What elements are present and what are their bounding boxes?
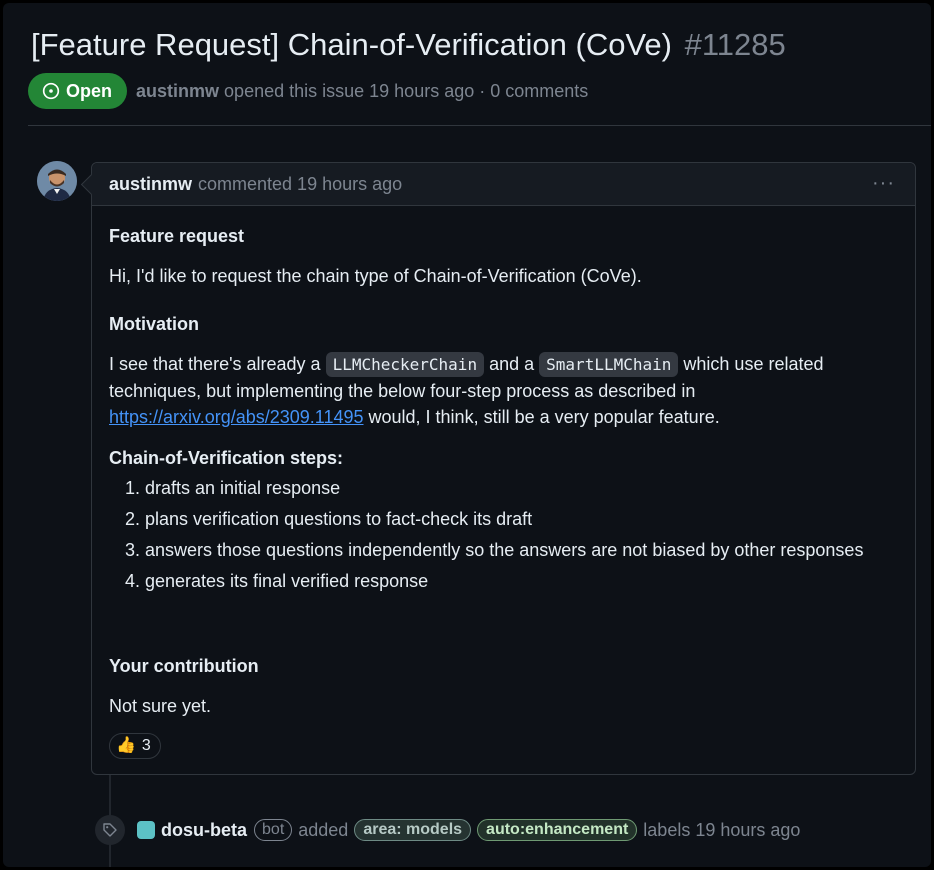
event-action: added	[298, 819, 349, 840]
motivation-paragraph: I see that there's already a LLMCheckerC…	[109, 351, 869, 430]
status-label: Open	[66, 80, 113, 101]
issue-number: #11285	[684, 27, 786, 62]
tag-icon	[95, 815, 125, 845]
code-smartllmchain: SmartLLMChain	[539, 352, 679, 377]
steps-list: drafts an initial response plans verific…	[109, 475, 885, 599]
label-event: dosu-beta bot added area: models auto:en…	[95, 815, 800, 845]
heading-motivation: Motivation	[109, 314, 199, 334]
label-auto-enhancement[interactable]: auto:enhancement	[477, 819, 638, 841]
issue-author-link[interactable]: austinmw	[136, 81, 219, 101]
heading-contribution: Your contribution	[109, 656, 259, 676]
bot-avatar[interactable]	[137, 821, 155, 839]
issue-meta-text: austinmw opened this issue 19 hours ago …	[136, 81, 588, 102]
issue-title: [Feature Request] Chain-of-Verification …	[31, 27, 786, 63]
bot-badge: bot	[254, 819, 293, 841]
contribution-text: Not sure yet.	[109, 696, 212, 716]
comment-header: austinmw commented 19 hours ago ···	[92, 163, 915, 206]
comment-options-button[interactable]: ···	[872, 172, 895, 195]
motivation-end: would, I think, still be a very popular …	[368, 407, 720, 427]
motivation-mid: and a	[489, 354, 535, 374]
event-suffix: labels 19 hours ago	[643, 819, 801, 840]
heading-steps: Chain-of-Verification steps:	[109, 448, 344, 468]
avatar-image	[37, 161, 77, 201]
comment-author-link[interactable]: austinmw	[109, 174, 192, 195]
code-llmcheckerchain: LLMCheckerChain	[325, 352, 485, 377]
list-item: answers those questions independently so…	[145, 537, 885, 563]
reaction-count: 3	[141, 737, 151, 754]
issue-title-text: [Feature Request] Chain-of-Verification …	[31, 27, 672, 62]
avatar[interactable]	[37, 161, 77, 201]
list-item: generates its final verified response	[145, 568, 885, 594]
list-item: drafts an initial response	[145, 475, 885, 501]
list-item: plans verification questions to fact-che…	[145, 506, 885, 532]
status-badge: Open	[28, 73, 128, 109]
feature-text: Hi, I'd like to request the chain type o…	[109, 266, 642, 286]
issue-meta: Open austinmw opened this issue 19 hours…	[28, 73, 588, 109]
comment-meta[interactable]: commented 19 hours ago	[198, 174, 402, 195]
reaction-thumbs-up-button[interactable]: 👍 3	[109, 733, 161, 759]
header-divider	[28, 125, 931, 126]
event-actor-link[interactable]: dosu-beta	[161, 820, 247, 841]
issue-opened-text: opened this issue 19 hours ago · 0 comme…	[224, 80, 589, 101]
comment-box: austinmw commented 19 hours ago ··· Feat…	[91, 162, 916, 775]
motivation-pre: I see that there's already a	[109, 354, 321, 374]
issue-open-icon	[42, 82, 60, 100]
arxiv-link[interactable]: https://arxiv.org/abs/2309.11495	[109, 407, 364, 427]
issue-page: [Feature Request] Chain-of-Verification …	[3, 3, 931, 867]
label-area-models[interactable]: area: models	[354, 819, 472, 841]
thumbs-up-icon: 👍	[116, 737, 136, 754]
heading-feature-request: Feature request	[109, 226, 245, 246]
